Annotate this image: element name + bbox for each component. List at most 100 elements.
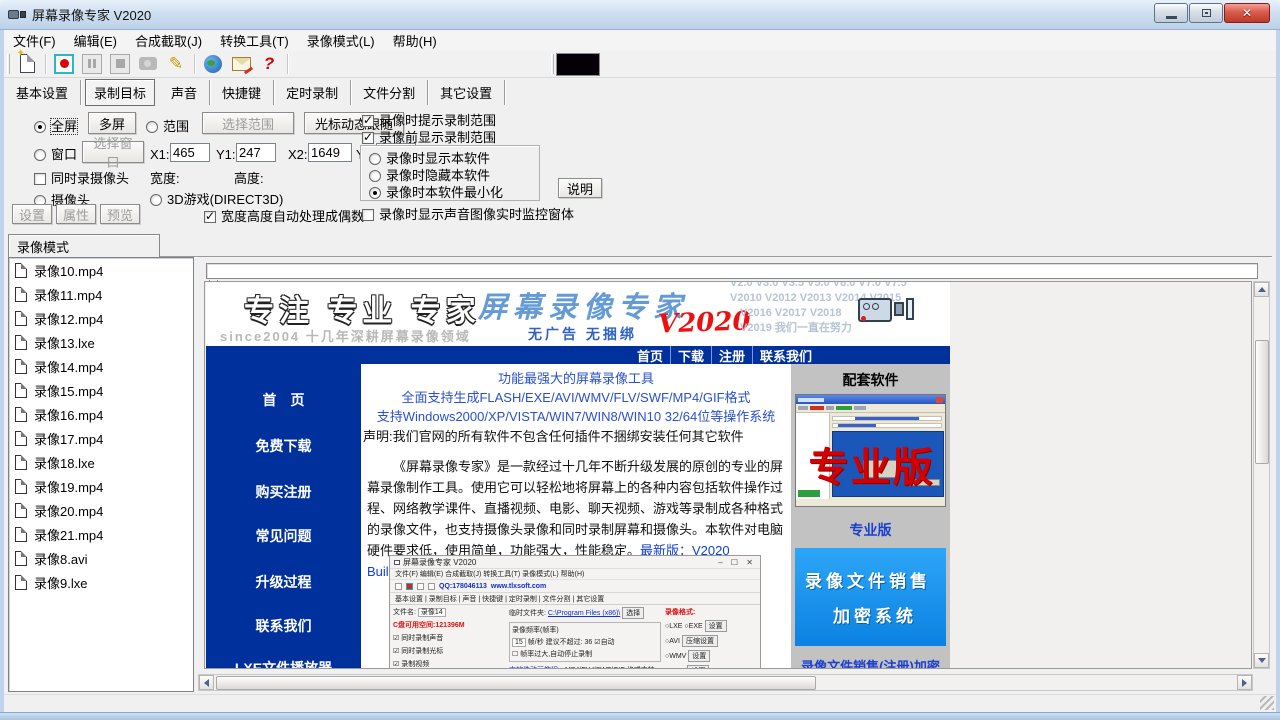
tab-sound[interactable]: 声音 [159,80,210,105]
pro-version-link[interactable]: 专业版 [791,520,950,540]
sidebar-item-upgrade[interactable]: 升级过程 [206,572,361,592]
title-bar[interactable]: 屏幕录像专家 V2020 [0,0,1280,30]
sidebar-item-free-download[interactable]: 免费下载 [206,436,361,456]
vertical-scrollbar[interactable] [1253,281,1270,669]
horizontal-scroll-thumb[interactable] [216,676,816,690]
file-name: 录像15.mp4 [34,381,103,400]
range-radio[interactable]: 范围 [146,116,189,135]
new-file-button[interactable] [14,52,40,76]
multi-screen-button[interactable]: 多屏 [88,112,136,134]
edit-button[interactable] [163,52,189,76]
arrow-down-icon [1258,658,1266,663]
menu-file[interactable]: 文件(F) [4,30,65,51]
radio-icon [369,170,381,182]
list-item[interactable]: 录像9.lxe [9,570,193,594]
nav-contact[interactable]: 联系我们 [753,346,819,365]
tab-hotkeys[interactable]: 快捷键 [210,80,274,105]
scroll-left-button[interactable] [199,675,214,690]
sidebar-item-buy-register[interactable]: 购买注册 [206,482,361,502]
nav-register[interactable]: 注册 [712,346,753,365]
tab-record-target[interactable]: 录制目标 [85,79,155,106]
arrow-right-icon [1242,679,1247,687]
file-name: 录像17.mp4 [34,429,103,448]
website-button[interactable] [200,52,226,76]
resize-grip[interactable] [1260,696,1274,710]
minimize-app-radio[interactable]: 录像时本软件最小化 [369,182,503,201]
help-button[interactable] [256,52,282,76]
minimize-button[interactable] [1154,3,1188,23]
nav-download[interactable]: 下载 [671,346,712,365]
x2-input[interactable] [308,143,352,162]
window-frame-right [1276,30,1280,712]
restore-button[interactable] [1189,3,1223,23]
stop-button [107,52,133,76]
checkbox-icon [34,173,46,185]
file-name: 录像16.mp4 [34,405,103,424]
list-item[interactable]: 录像10.mp4 [9,258,193,282]
sidebar-item-lxe-player[interactable]: LXE文件播放器 [206,658,361,669]
nav-home[interactable]: 首页 [630,346,671,365]
auto-even-checkbox[interactable]: 宽度高度自动处理成偶数 [204,206,364,225]
encryption-system-banner[interactable]: 录像文件销售 加密系统 [795,548,946,646]
record-target-panel: 全屏 多屏 范围 选择范围 光标动态跟随 窗口 选择窗口 X1: Y1: X2:… [4,104,1276,230]
list-item[interactable]: 录像20.mp4 [9,498,193,522]
file-icon [15,527,27,542]
toolbar-separator [194,54,195,74]
list-item[interactable]: 录像8.avi [9,546,193,570]
x1-input[interactable] [170,143,210,162]
horizontal-scrollbar[interactable] [198,674,1253,691]
recording-file-list[interactable]: 录像10.mp4 录像11.mp4 录像12.mp4 录像13.lxe 录像14… [8,257,194,692]
radio-icon [146,121,158,133]
menu-edit[interactable]: 编辑(E) [65,30,126,51]
toolbar [4,50,1276,78]
list-item[interactable]: 录像19.mp4 [9,474,193,498]
close-button[interactable] [1224,3,1270,23]
list-item[interactable]: 录像15.mp4 [9,378,193,402]
pro-version-screenshot[interactable]: 专业版 [795,394,946,507]
record-webcam-too-checkbox[interactable]: 同时录摄像头 [34,168,129,187]
tab-basic-settings[interactable]: 基本设置 [4,80,81,105]
sidebar-item-faq[interactable]: 常见问题 [206,526,361,546]
settings-tab-bar: 基本设置 录制目标 声音 快捷键 定时录制 文件分割 其它设置 [4,78,1276,104]
sidebar-item-contact[interactable]: 联系我们 [206,616,361,636]
record-button[interactable] [51,52,77,76]
list-item[interactable]: 录像16.mp4 [9,402,193,426]
help-icon [264,54,274,74]
explain-button[interactable]: 说明 [558,178,602,198]
show-range-checkbox[interactable]: 录像前显示录制范围 [362,127,496,146]
menu-capture[interactable]: 合成截取(J) [126,30,211,51]
register-button[interactable] [228,52,254,76]
list-item[interactable]: 录像18.lxe [9,450,193,474]
list-item[interactable]: 录像17.mp4 [9,426,193,450]
menu-convert[interactable]: 转换工具(T) [211,30,298,51]
list-item[interactable]: 录像14.mp4 [9,354,193,378]
y1-label: Y1: [216,147,236,162]
scroll-up-button[interactable] [1254,282,1269,297]
list-item[interactable]: 录像11.mp4 [9,282,193,306]
list-item[interactable]: 录像12.mp4 [9,306,193,330]
file-sale-encrypt-link[interactable]: 录像文件销售(注册)加密 [791,656,950,669]
stop-icon [110,54,130,74]
scroll-right-button[interactable] [1237,675,1252,690]
arrow-up-icon [1258,287,1266,292]
window-radio[interactable]: 窗口 [34,144,77,163]
tab-scheduled-recording[interactable]: 定时录制 [274,80,351,105]
sidebar-item-home[interactable]: 首 页 [206,390,361,410]
menu-help[interactable]: 帮助(H) [384,30,446,51]
web-page: 专注 专业 专家 since2004 十几年深耕屏幕录像领域 屏幕录像专家 无广… [206,282,950,669]
page-header: 专注 专业 专家 since2004 十几年深耕屏幕录像领域 屏幕录像专家 无广… [206,282,950,346]
y1-input[interactable] [236,143,276,162]
monitor-window-checkbox[interactable]: 录像时显示声音图像实时监控窗体 [362,204,574,223]
menu-record-mode[interactable]: 录像模式(L) [298,30,384,51]
fullscreen-radio[interactable]: 全屏 [34,116,77,135]
tab-other-settings[interactable]: 其它设置 [428,80,505,105]
website-globe-icon [204,55,222,73]
vertical-scroll-thumb[interactable] [1255,340,1269,464]
file-icon [15,575,27,590]
list-item[interactable]: 录像13.lxe [9,330,193,354]
tab-record-mode-list[interactable]: 录像模式 [8,234,160,257]
scroll-down-button[interactable] [1254,653,1269,668]
tab-file-split[interactable]: 文件分割 [351,80,428,105]
list-item[interactable]: 录像21.mp4 [9,522,193,546]
file-icon [15,287,27,302]
